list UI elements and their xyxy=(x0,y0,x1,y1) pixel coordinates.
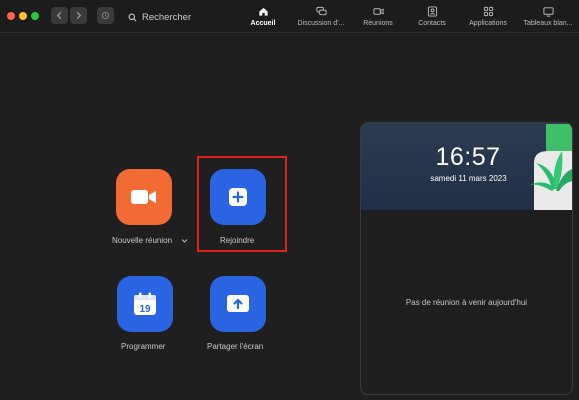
tab-contacts[interactable]: Contacts xyxy=(414,4,450,30)
chevron-left-icon xyxy=(56,11,62,20)
new-meeting-label: Nouvelle réunion xyxy=(112,236,173,245)
contacts-icon xyxy=(427,6,437,17)
home-icon xyxy=(258,7,268,16)
close-window-button[interactable] xyxy=(7,12,15,20)
share-screen-label: Partager l'écran xyxy=(207,342,264,351)
share-screen-icon xyxy=(227,295,249,312)
main-tabs: Accueil Discussion d’... Réunions Contac… xyxy=(240,4,579,30)
video-camera-icon xyxy=(131,190,156,204)
tab-home[interactable]: Accueil xyxy=(246,4,280,30)
tab-meetings-label: Réunions xyxy=(363,20,393,27)
calendar-icon: 19 xyxy=(134,292,156,315)
tab-whiteboards-label: Tableaux blan... xyxy=(523,20,573,27)
no-meetings-message: Pas de réunion à venir aujourd'hui xyxy=(405,298,528,307)
card-header: 16:57 samedi 11 mars 2023 xyxy=(361,123,572,210)
forward-button[interactable] xyxy=(70,7,87,24)
chevron-down-icon[interactable] xyxy=(181,238,188,244)
tab-chat[interactable]: Discussion d’... xyxy=(291,4,351,30)
history-icon xyxy=(101,11,110,20)
schedule-label: Programmer xyxy=(121,342,166,351)
history-button[interactable] xyxy=(97,7,114,24)
upcoming-meetings-card: 16:57 samedi 11 mars 2023 Pas de réunion… xyxy=(360,122,573,395)
plant-decoration-icon xyxy=(530,124,572,210)
tab-chat-label: Discussion d’... xyxy=(297,20,345,27)
chat-icon xyxy=(315,6,327,16)
title-bar: Rechercher Accueil Discussion d’... Réun… xyxy=(0,0,579,33)
tab-whiteboards[interactable]: Tableaux blan... xyxy=(520,4,576,30)
chevron-right-icon xyxy=(76,11,82,20)
tab-apps[interactable]: Applications xyxy=(466,4,510,30)
search-bar[interactable]: Rechercher xyxy=(128,9,191,25)
back-button[interactable] xyxy=(51,7,68,24)
calendar-day: 19 xyxy=(139,304,151,315)
tab-home-label: Accueil xyxy=(250,20,276,27)
minimize-window-button[interactable] xyxy=(19,12,27,20)
search-label: Rechercher xyxy=(142,11,192,23)
tab-apps-label: Applications xyxy=(469,20,507,27)
clock-time: 16:57 xyxy=(435,143,501,171)
share-screen-button[interactable] xyxy=(210,276,266,332)
zoom-window-button[interactable] xyxy=(31,12,39,20)
join-highlight-box xyxy=(197,156,287,252)
tab-meetings[interactable]: Réunions xyxy=(358,4,398,30)
tab-contacts-label: Contacts xyxy=(418,20,446,27)
new-meeting-button[interactable] xyxy=(116,169,172,225)
whiteboard-icon xyxy=(542,7,554,17)
video-icon xyxy=(372,8,384,15)
clock-date: samedi 11 mars 2023 xyxy=(430,174,507,183)
search-icon xyxy=(128,13,137,21)
schedule-button[interactable]: 19 xyxy=(117,276,173,332)
apps-icon xyxy=(483,6,493,17)
